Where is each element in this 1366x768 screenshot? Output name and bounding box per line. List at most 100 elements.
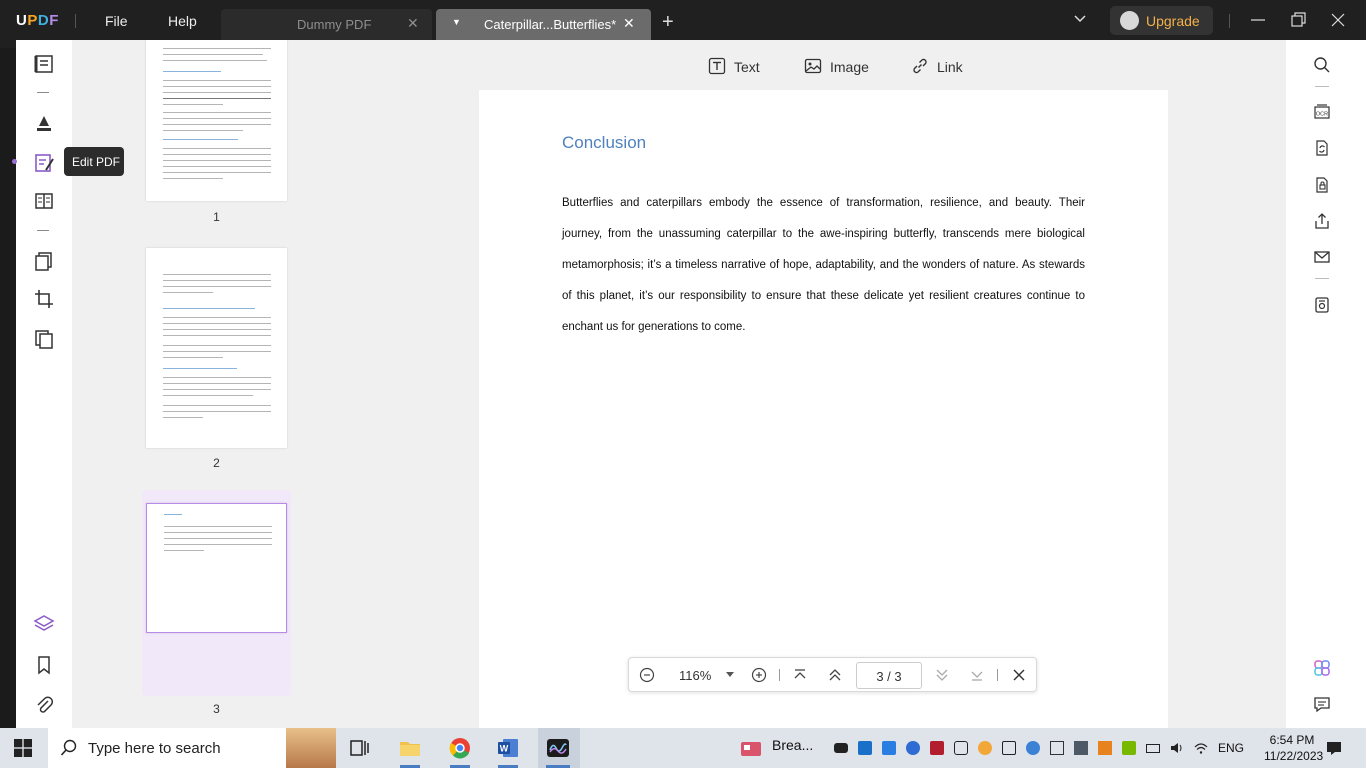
- title-separator: [1229, 14, 1230, 28]
- news-widget-icon[interactable]: [739, 736, 765, 760]
- page-number-1: 1: [213, 210, 220, 224]
- comment-highlighter-icon[interactable]: [33, 112, 55, 134]
- zoom-out-icon[interactable]: [639, 667, 655, 683]
- page-thumbnail-3[interactable]: [146, 503, 287, 633]
- tab-dummy-pdf[interactable]: Dummy PDF ✕: [221, 9, 432, 40]
- search-icon[interactable]: [1313, 56, 1331, 74]
- tray-device-icon[interactable]: [1002, 741, 1016, 755]
- share-icon[interactable]: [1313, 212, 1331, 230]
- next-page-icon[interactable]: [934, 667, 950, 683]
- bookmark-icon[interactable]: [33, 654, 55, 676]
- pdf-page[interactable]: Conclusion Butterflies and caterpillars …: [479, 90, 1168, 728]
- zoom-level[interactable]: 116%: [679, 668, 711, 683]
- save-icon[interactable]: [1313, 296, 1331, 314]
- battery-icon[interactable]: [1146, 744, 1160, 753]
- page-number-input[interactable]: 3 / 3: [856, 662, 922, 689]
- calendar-tray-icon[interactable]: [930, 741, 944, 755]
- organize-icon[interactable]: [33, 250, 55, 272]
- tab-menu-icon[interactable]: ▼: [452, 17, 461, 27]
- last-page-icon[interactable]: [969, 667, 985, 683]
- updf-taskbar-icon[interactable]: [546, 736, 570, 760]
- new-tab-icon[interactable]: +: [662, 11, 674, 34]
- edit-pdf-tooltip: Edit PDF: [64, 147, 124, 176]
- updf-app: UPDF File Help Dummy PDF ✕ ▼ Caterpillar…: [0, 0, 1366, 768]
- bluetooth-icon[interactable]: [906, 741, 920, 755]
- tray-monitor-icon[interactable]: [1074, 741, 1088, 755]
- chrome-icon[interactable]: [448, 736, 472, 760]
- email-icon[interactable]: [1313, 248, 1331, 266]
- convert-icon[interactable]: [1313, 139, 1331, 157]
- link-label: Link: [937, 59, 963, 75]
- task-view-icon[interactable]: [348, 736, 372, 760]
- box-icon[interactable]: [882, 741, 896, 755]
- system-clock[interactable]: 6:54 PM 11/22/2023: [1264, 732, 1324, 764]
- minimize-icon[interactable]: [1248, 10, 1268, 30]
- comment-icon[interactable]: [1313, 695, 1331, 713]
- tray-app-icon[interactable]: [834, 743, 848, 753]
- wifi-icon[interactable]: [1194, 741, 1208, 755]
- add-text-button[interactable]: Text: [708, 56, 768, 76]
- first-page-icon[interactable]: [792, 667, 808, 683]
- notifications-icon[interactable]: [1326, 740, 1342, 756]
- svg-text:OCR: OCR: [1316, 112, 1328, 118]
- close-window-icon[interactable]: [1328, 10, 1348, 30]
- ocr-icon[interactable]: OCR: [1313, 103, 1331, 121]
- close-icon[interactable]: ✕: [407, 15, 419, 32]
- thumbnail-panel: 1 2 3: [72, 40, 372, 728]
- rail-divider: [37, 92, 49, 93]
- outlook-icon[interactable]: [858, 741, 872, 755]
- search-placeholder: Type here to search: [88, 740, 221, 757]
- tray-grid-icon[interactable]: [1050, 741, 1064, 755]
- protect-icon[interactable]: [1313, 176, 1331, 194]
- edit-toolbar: Text Image Link: [372, 40, 1286, 90]
- volume-icon[interactable]: [1170, 741, 1184, 755]
- tray-orange-icon[interactable]: [978, 741, 992, 755]
- language-indicator[interactable]: ENG: [1218, 741, 1244, 755]
- page-thumbnail-2[interactable]: [146, 248, 287, 448]
- menu-file[interactable]: File: [105, 13, 128, 29]
- crop-icon[interactable]: [33, 288, 55, 310]
- add-image-button[interactable]: Image: [804, 56, 876, 76]
- add-link-button[interactable]: Link: [911, 56, 971, 76]
- security-icon[interactable]: [954, 741, 968, 755]
- restore-icon[interactable]: [1288, 10, 1308, 30]
- previous-page-icon[interactable]: [827, 667, 843, 683]
- windows-start-icon[interactable]: [14, 739, 32, 757]
- taskbar-search-box[interactable]: Type here to search: [48, 728, 336, 768]
- layers-icon[interactable]: [33, 613, 55, 635]
- avatar: [1120, 11, 1139, 30]
- text-icon: [708, 57, 726, 75]
- ai-assistant-icon[interactable]: [1313, 659, 1331, 677]
- page-number-3: 3: [213, 702, 220, 716]
- zoom-dropdown-icon[interactable]: [725, 669, 735, 679]
- page-thumbnail-1[interactable]: [146, 40, 287, 201]
- section-heading[interactable]: Conclusion: [562, 133, 646, 153]
- news-widget-label[interactable]: Brea...: [772, 737, 813, 753]
- document-area: Text Image Link Conclusion Butterflies a…: [372, 40, 1286, 728]
- title-separator: [75, 14, 76, 28]
- page-tools-icon[interactable]: [33, 328, 55, 350]
- close-icon[interactable]: ✕: [623, 15, 635, 32]
- word-icon[interactable]: W: [496, 736, 520, 760]
- zoom-in-icon[interactable]: [751, 667, 767, 683]
- clock-date: 11/22/2023: [1264, 749, 1324, 763]
- body-paragraph[interactable]: Butterflies and caterpillars embody the …: [562, 188, 1085, 343]
- attachment-icon[interactable]: [33, 694, 55, 716]
- file-explorer-icon[interactable]: [398, 736, 422, 760]
- tray-app2-icon[interactable]: [1098, 741, 1112, 755]
- clock-time: 6:54 PM: [1269, 733, 1315, 747]
- text-label: Text: [734, 59, 760, 75]
- close-icon[interactable]: [1011, 667, 1027, 683]
- nvidia-icon[interactable]: [1122, 741, 1136, 755]
- edit-pdf-icon[interactable]: [33, 152, 55, 174]
- tab-label: Caterpillar...Butterflies*: [484, 17, 617, 32]
- upgrade-button[interactable]: Upgrade: [1110, 6, 1213, 35]
- reader-icon[interactable]: [33, 53, 55, 75]
- tab-caterpillar[interactable]: ▼ Caterpillar...Butterflies* ✕: [436, 9, 651, 40]
- organize-pages-icon[interactable]: [33, 190, 55, 212]
- chevron-down-icon[interactable]: [1073, 12, 1087, 26]
- updf-logo: UPDF: [16, 12, 59, 29]
- menu-help[interactable]: Help: [168, 13, 197, 29]
- nav-separator: [997, 669, 998, 681]
- sync-icon[interactable]: [1026, 741, 1040, 755]
